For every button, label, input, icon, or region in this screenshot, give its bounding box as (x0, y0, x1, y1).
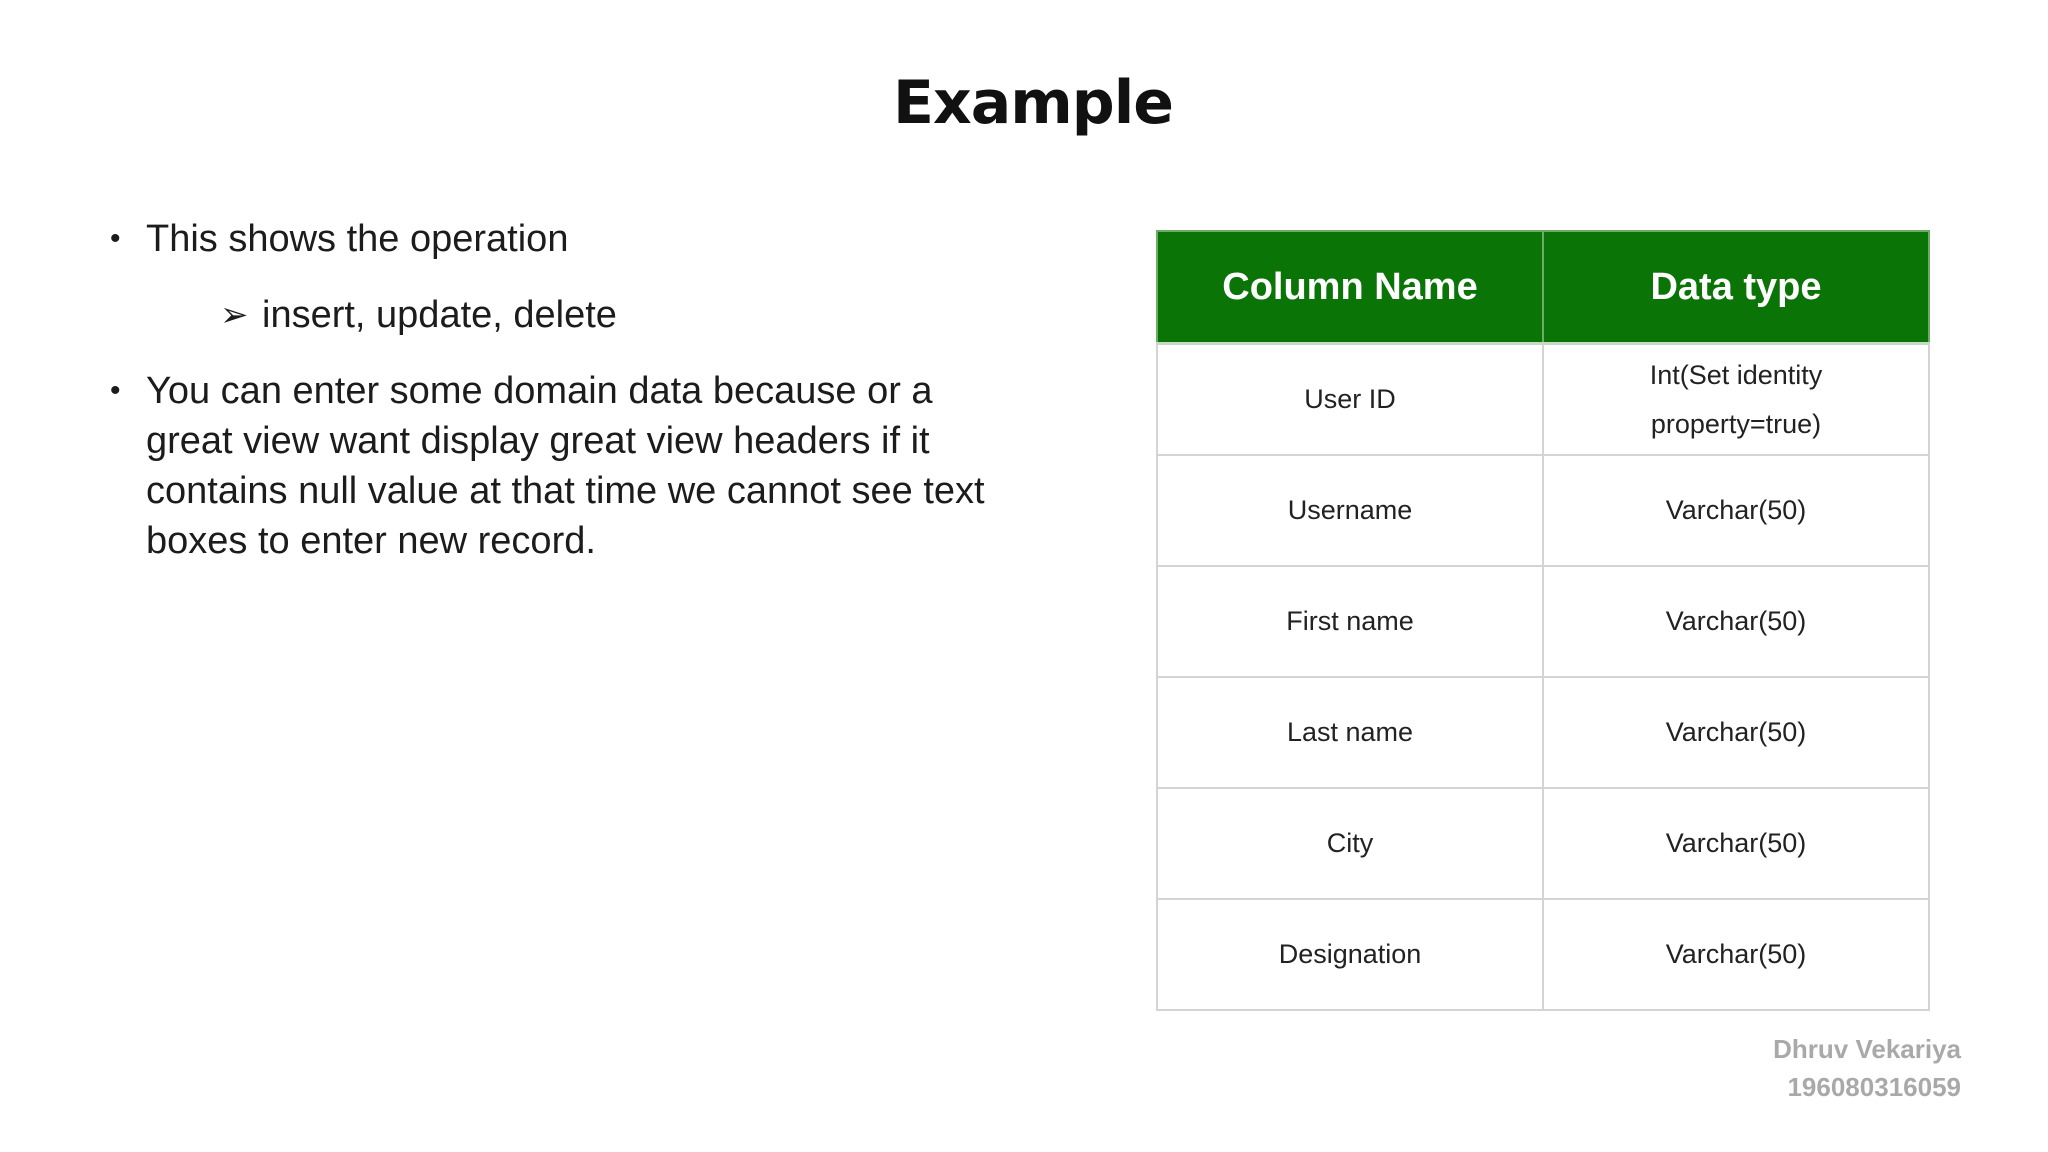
column-definition-table: Column Name Data type User ID Int(Set id… (1156, 230, 1930, 1011)
table-row: Last name Varchar(50) (1156, 676, 1930, 789)
arrow-bullet-icon: ➢ (220, 296, 249, 334)
author-signature: Dhruv Vekariya 19608031605​9 (1773, 1030, 1961, 1106)
table-cell: Username (1156, 454, 1544, 567)
bullet-list: • This shows the operation ➢ insert, upd… (110, 214, 990, 566)
bullet-item: • This shows the operation (110, 214, 990, 264)
table-cell: Designation (1156, 898, 1544, 1011)
table-cell: City (1156, 787, 1544, 900)
table-cell: Varchar(50) (1542, 454, 1930, 567)
table-cell: Int(Set identity property=true) (1542, 342, 1930, 456)
table-cell: Last name (1156, 676, 1544, 789)
table-row: Designation Varchar(50) (1156, 898, 1930, 1011)
table-header-row: Column Name Data type (1156, 230, 1930, 345)
table-row: Username Varchar(50) (1156, 454, 1930, 567)
table-cell: Varchar(50) (1542, 787, 1930, 900)
author-name: Dhruv Vekariya (1773, 1034, 1961, 1064)
column-header: Data type (1542, 230, 1930, 345)
bullet-text: This shows the operation (146, 218, 569, 260)
bullet-dot: • (110, 222, 121, 255)
table-row: City Varchar(50) (1156, 787, 1930, 900)
slide-title: Example (893, 68, 1174, 138)
sub-bullet-item: ➢ insert, update, delete (110, 290, 990, 340)
bullet-item: • You can enter some domain data because… (110, 366, 990, 566)
table-cell: Varchar(50) (1542, 898, 1930, 1011)
table-cell: Varchar(50) (1542, 565, 1930, 678)
author-id: 19608031605​9 (1787, 1072, 1961, 1102)
table-cell: User ID (1156, 342, 1544, 456)
table-cell: Varchar(50) (1542, 676, 1930, 789)
sub-bullet-text: insert, update, delete (262, 294, 617, 336)
table-cell: First name (1156, 565, 1544, 678)
table-row: User ID Int(Set identity property=true) (1156, 342, 1930, 456)
bullet-text: You can enter some domain data because o… (146, 370, 985, 562)
column-header: Column Name (1156, 230, 1544, 345)
table-row: First name Varchar(50) (1156, 565, 1930, 678)
bullet-dot: • (110, 374, 121, 407)
